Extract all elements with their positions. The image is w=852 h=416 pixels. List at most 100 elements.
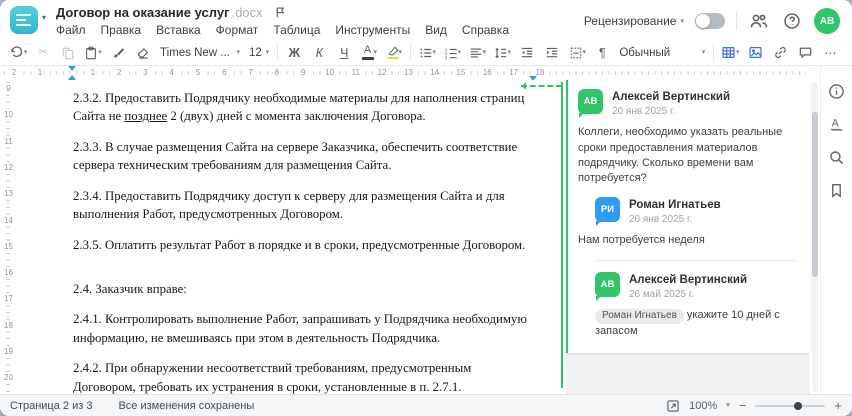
bold-button[interactable]: Ж (283, 42, 305, 63)
table-icon (722, 47, 735, 58)
insert-image-button[interactable] (744, 42, 766, 63)
user-avatar[interactable]: АВ (814, 8, 840, 34)
underline-button[interactable]: Ч (333, 42, 355, 63)
first-line-indent-marker[interactable] (68, 66, 76, 71)
insert-link-button[interactable] (769, 42, 791, 63)
comment-date: 26 май 2025 г. (629, 288, 694, 300)
menu-item-0[interactable]: Файл (56, 23, 86, 37)
ruler-label: 9 (298, 68, 308, 78)
cut-button[interactable]: ✂ (32, 42, 54, 63)
divider (736, 12, 737, 30)
ruler-label: 6 (220, 68, 229, 78)
font-name-select[interactable]: Times New ... ▾ (157, 42, 243, 63)
comment-item[interactable]: АВ Алексей Вертинский 26 май 2025 г. Роман … (578, 271, 798, 339)
increase-indent-button[interactable] (541, 42, 563, 63)
spellcheck-icon[interactable]: А (826, 113, 848, 135)
ruler-label: 15 (454, 68, 468, 78)
comment-item[interactable]: АВ Алексей Вертинский 20 янв 2025 г. Коллег… (578, 89, 798, 186)
eraser-icon (137, 47, 149, 59)
format-painter-button[interactable] (107, 42, 129, 63)
menu-item-7[interactable]: Справка (462, 23, 509, 37)
menu-item-6[interactable]: Вид (425, 23, 447, 37)
ruler-label: 11 (4, 135, 13, 147)
document-page[interactable]: 2.3.2. Предоставить Подрядчику необходим… (17, 80, 564, 416)
vertical-scrollbar[interactable] (812, 82, 818, 392)
font-color-button[interactable]: А ▾ (358, 42, 380, 63)
svg-text:3: 3 (444, 55, 447, 60)
align-button[interactable]: ▾ (466, 42, 488, 63)
document-title: Договор на оказание услуг .docx (56, 5, 287, 20)
ruler-label: 11 (349, 68, 362, 78)
clear-formatting-button[interactable] (132, 42, 154, 63)
chevron-down-icon: ▾ (236, 49, 240, 56)
mention-pill[interactable]: Роман Игнатьев (595, 308, 684, 324)
align-left-icon (470, 47, 481, 58)
outdent-icon (522, 47, 533, 57)
comment-text: Нам потребуется неделя (578, 234, 705, 247)
comment-date: 20 янв 2025 г. (629, 214, 693, 226)
paragraph: 2.3.3. В случае размещения Сайта на серв… (73, 139, 518, 173)
zoom-out-button[interactable]: − (739, 399, 747, 412)
numbered-list-button[interactable]: 123 ▾ (441, 42, 463, 63)
decrease-indent-button[interactable] (516, 42, 538, 63)
menu-item-2[interactable]: Вставка (156, 23, 201, 37)
collaboration-users-icon[interactable] (748, 10, 770, 32)
search-icon[interactable] (826, 146, 848, 168)
ruler-label: 4 (167, 68, 176, 78)
comment-thread[interactable]: АВ Алексей Вертинский 20 янв 2025 г. Коллег… (566, 80, 810, 353)
paragraph: 2.3.2. Предоставить Подрядчику необходим… (73, 91, 525, 124)
comment-date: 20 янв 2025 г. (612, 106, 676, 118)
chevron-down-icon[interactable]: ▾ (726, 402, 730, 409)
ruler-label: 16 (4, 267, 13, 279)
ruler-label: 14 (428, 68, 442, 78)
more-tools-button[interactable]: ⋯ (819, 42, 841, 63)
zoom-in-button[interactable]: + (834, 399, 842, 412)
help-icon[interactable] (781, 10, 803, 32)
comment-highlight-line (561, 82, 563, 388)
horizontal-ruler[interactable]: 2 1 1 2 3 4 5 6 7 8 9 10 11 12 13 14 15 16 17 18 (0, 66, 810, 81)
comment-text: Роман Игнатьев укажите 10 дней с запасом (595, 308, 780, 337)
toggle-knob (696, 14, 710, 28)
insert-comment-button[interactable] (794, 42, 816, 63)
highlight-color-button[interactable]: ▾ (383, 42, 405, 63)
app-logo-icon[interactable] (10, 6, 38, 34)
paragraph: 2.3.4. Предоставить Подрядчику доступ к … (73, 188, 505, 222)
review-mode-button[interactable]: Рецензирование ▾ (584, 14, 684, 28)
menu-item-4[interactable]: Таблица (273, 23, 320, 37)
vertical-ruler[interactable]: 9 10 11 12 13 14 15 16 17 18 19 20 (0, 80, 17, 394)
undo-button[interactable]: ▾ (7, 42, 29, 63)
chevron-down-icon: ▾ (373, 49, 378, 56)
page-indicator[interactable]: Страница 2 из 3 (10, 400, 92, 412)
bullet-list-button[interactable]: ▾ (416, 42, 438, 63)
bookmark-icon[interactable] (826, 179, 848, 201)
paragraph-settings-button[interactable]: ▾ (566, 42, 588, 63)
info-icon[interactable] (826, 80, 848, 102)
ruler-label: 3 (141, 68, 150, 78)
paste-button[interactable]: ▾ (82, 42, 104, 63)
paste-icon (86, 46, 97, 59)
ruler-label: 1 (35, 68, 45, 78)
chevron-down-icon[interactable]: ▾ (42, 13, 46, 22)
comment-item[interactable]: РИ Роман Игнатьев 20 янв 2025 г. Нам потреб… (578, 197, 798, 249)
copy-button[interactable] (57, 42, 79, 63)
line-spacing-button[interactable]: ▾ (491, 42, 513, 63)
menu-item-1[interactable]: Правка (101, 23, 142, 37)
flag-icon[interactable] (274, 6, 287, 19)
color-bar (361, 57, 374, 60)
insert-table-button[interactable]: ▾ (719, 42, 741, 63)
menu-item-5[interactable]: Инструменты (335, 23, 410, 37)
scrollbar-thumb[interactable] (812, 112, 818, 277)
fit-page-button[interactable] (666, 399, 680, 413)
italic-button[interactable]: К (308, 42, 330, 63)
chevron-down-icon: ▾ (23, 49, 28, 56)
menu-item-3[interactable]: Формат (216, 23, 259, 37)
zoom-slider[interactable] (755, 401, 826, 410)
zoom-value[interactable]: 100% (689, 400, 717, 412)
zoom-slider-knob[interactable] (793, 401, 802, 410)
ruler-label: 10 (323, 68, 336, 78)
comment-author: Алексей Вертинский (629, 273, 748, 286)
style-select[interactable]: Обычный ▾ (616, 42, 708, 63)
review-toggle[interactable] (695, 13, 725, 29)
font-size-select[interactable]: 12 ▾ (246, 42, 272, 63)
nonprinting-chars-button[interactable]: ¶ (591, 42, 613, 63)
